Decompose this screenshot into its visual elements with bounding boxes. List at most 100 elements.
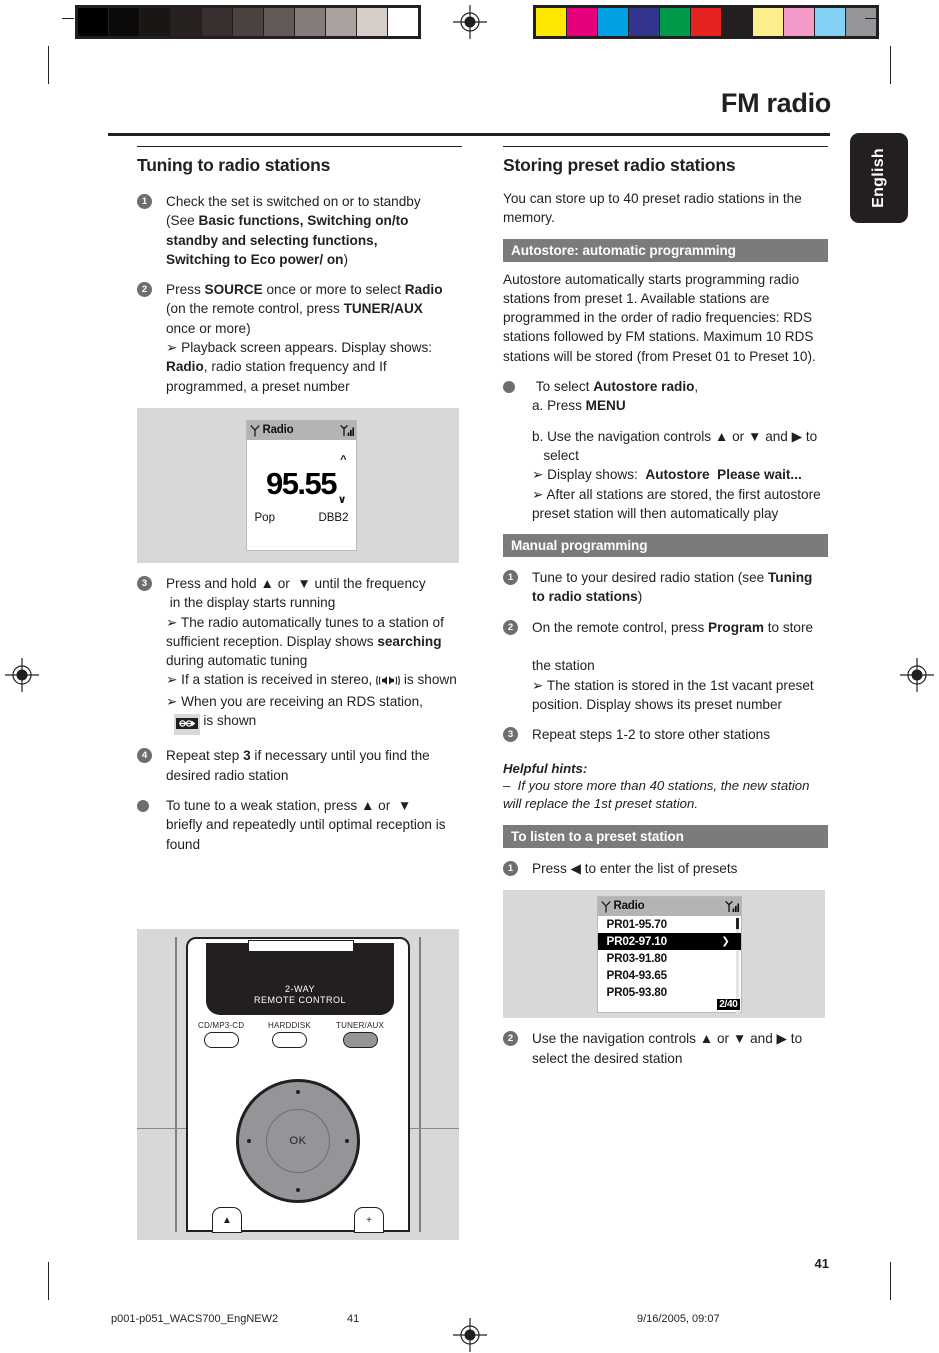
step-tuning-1: 1 Check the set is switched on or to sta… bbox=[137, 192, 462, 269]
step-tuning-2: 2 Press SOURCE once or more to select Ra… bbox=[137, 280, 462, 396]
print-footer: p001-p051_WACS700_EngNEW2 41 9/16/2005, … bbox=[0, 1313, 939, 1331]
step-number: 3 bbox=[137, 575, 152, 591]
remote-display-window: 2-WAY REMOTE CONTROL bbox=[206, 940, 394, 1015]
rds-icon bbox=[173, 714, 200, 736]
lcd-preset-label: Pop bbox=[254, 511, 275, 524]
lcd-title-bar: Radio bbox=[246, 420, 356, 440]
page-title: FM radio bbox=[720, 88, 831, 118]
step-manual-3: 3 Repeat steps 1-2 to store other statio… bbox=[503, 725, 828, 744]
lcd-title-label: Radio bbox=[262, 424, 294, 437]
remote-ok-button[interactable]: OK bbox=[266, 1109, 330, 1173]
lcd-title-bar: Radio bbox=[597, 896, 741, 916]
preset-rows-container: PR01-95.70 PR02-97.10 ❯ PR03-91.80 PR04-93.6… bbox=[597, 916, 741, 1001]
step-text: On the remote control, press Program to … bbox=[532, 619, 814, 712]
header-rule bbox=[108, 133, 830, 136]
signal-strength-icon bbox=[339, 424, 354, 437]
stereo-icon bbox=[376, 672, 401, 691]
remote-button-cap[interactable] bbox=[203, 1032, 239, 1048]
step-text: Repeat steps 1-2 to store other stations bbox=[532, 727, 771, 743]
remote-right-edge bbox=[419, 937, 421, 1232]
remote-button-up-triangle[interactable]: ▲ bbox=[212, 1207, 242, 1233]
remote-button-cap[interactable] bbox=[271, 1032, 307, 1048]
step-text: b. Use the navigation controls ▲ or ▼ an… bbox=[532, 428, 821, 521]
bullet-icon bbox=[137, 799, 149, 812]
preset-row[interactable]: PR02-97.10 ❯ bbox=[597, 932, 741, 950]
footer-file-name: p001-p051_WACS700_EngNEW2 bbox=[111, 1313, 279, 1325]
antenna-icon bbox=[249, 424, 260, 437]
remote-left-edge bbox=[175, 937, 177, 1232]
remote-button-tuner-aux[interactable]: TUNER/AUX bbox=[336, 1021, 384, 1048]
helpful-hints-body: – If you store more than 40 stations, th… bbox=[503, 777, 810, 812]
lcd-preset-list: PR01-95.70 PR02-97.10 ❯ PR03-91.80 PR04-93.6… bbox=[597, 916, 741, 1014]
step-number: 2 bbox=[503, 619, 518, 635]
nav-up-pip-icon[interactable] bbox=[296, 1090, 300, 1094]
remote-button-label: TUNER/AUX bbox=[336, 1021, 385, 1030]
step-text: Check the set is switched on or to stand… bbox=[166, 194, 421, 267]
preset-row[interactable]: PR03-91.80 bbox=[598, 950, 741, 967]
remote-control-figure: 2-WAY REMOTE CONTROL CD/MP3-CD HARDDISK … bbox=[137, 929, 459, 1240]
step-number: 1 bbox=[137, 194, 152, 209]
lcd-sound-mode: DBB2 bbox=[318, 511, 349, 524]
helpful-hints-title: Helpful hints: bbox=[503, 760, 588, 776]
step-text: Repeat step 3 if necessary until you fin… bbox=[166, 748, 430, 783]
step-tuning-4: 4 Repeat step 3 if necessary until you f… bbox=[137, 746, 462, 785]
autostore-body-text: Autostore automatically starts programmi… bbox=[503, 271, 816, 364]
remote-button-cap[interactable] bbox=[342, 1032, 378, 1048]
subsection-bar-autostore: Autostore: automatic programming bbox=[503, 238, 828, 262]
language-tab-label: English bbox=[870, 148, 887, 208]
signal-strength-icon bbox=[724, 900, 739, 913]
step-listen-2: 2 Use the navigation controls ▲ or ▼ and… bbox=[503, 1029, 828, 1068]
step-text: To tune to a weak station, press ▲ or ▼ b… bbox=[166, 797, 446, 852]
callout-line-right bbox=[407, 1128, 459, 1129]
preset-row[interactable]: PR01-95.70 bbox=[598, 916, 741, 933]
storing-intro-text: You can store up to 40 preset radio stat… bbox=[503, 191, 802, 226]
step-text: Use the navigation controls ▲ or ▼ and ▶… bbox=[532, 1031, 803, 1066]
section-title-storing: Storing preset radio stations bbox=[503, 146, 828, 181]
preset-row[interactable]: PR04-93.65 bbox=[598, 967, 741, 984]
remote-button-harddisk[interactable]: HARDDISK bbox=[268, 1021, 311, 1048]
bullet-icon bbox=[503, 381, 515, 394]
step-text: Tune to your desired radio station (see … bbox=[532, 570, 813, 605]
language-tab: English bbox=[850, 133, 908, 223]
preset-row-label: PR02-97.10 bbox=[606, 934, 668, 948]
nav-down-pip-icon[interactable] bbox=[296, 1188, 300, 1192]
step-number: 1 bbox=[503, 861, 518, 876]
lcd-presets-figure: Radio PR01-95.70 PR02-97.10 ❯ PR03-91.80… bbox=[503, 890, 825, 1019]
lcd-playback-screen: Radio ^ 95.55 ∨ Pop DBB2 bbox=[245, 419, 357, 551]
lcd-presets-screen: Radio PR01-95.70 PR02-97.10 ❯ PR03-91.80… bbox=[596, 895, 742, 1014]
callout-line-left bbox=[137, 1128, 189, 1129]
step-listen-1: 1 Press ◀ to enter the list of presets bbox=[503, 859, 828, 878]
right-column: Storing preset radio stations You can st… bbox=[503, 146, 828, 1068]
remote-button-cd-mp3[interactable]: CD/MP3-CD bbox=[198, 1021, 244, 1048]
step-text: To select Autostore radio, a. Press MENU bbox=[532, 379, 699, 414]
lcd-body: ^ 95.55 ∨ Pop DBB2 bbox=[247, 440, 356, 550]
preset-row-label: PR04-93.65 bbox=[606, 968, 668, 982]
footer-timestamp: 9/16/2005, 09:07 bbox=[637, 1313, 720, 1325]
step-number: 4 bbox=[137, 748, 152, 764]
step-autostore-select: To select Autostore radio, a. Press MENU bbox=[503, 377, 828, 416]
lcd-title-label: Radio bbox=[613, 900, 645, 913]
remote-body: 2-WAY REMOTE CONTROL CD/MP3-CD HARDDISK … bbox=[186, 937, 410, 1233]
remote-button-label: CD/MP3-CD bbox=[198, 1021, 245, 1030]
subsection-bar-manual: Manual programming bbox=[503, 534, 828, 558]
step-number: 2 bbox=[503, 1031, 518, 1047]
preset-row-label: PR01-95.70 bbox=[606, 917, 668, 931]
step-manual-2: 2 On the remote control, press Program t… bbox=[503, 618, 828, 714]
step-tuning-3: 3 Press and hold ▲ or ▼ until the freque… bbox=[137, 574, 462, 736]
preset-page-counter: 2/40 bbox=[717, 998, 740, 1010]
step-number: 1 bbox=[503, 570, 518, 586]
nav-right-pip-icon[interactable] bbox=[345, 1139, 349, 1143]
remote-button-plus[interactable]: + bbox=[354, 1207, 384, 1233]
nav-left-pip-icon[interactable] bbox=[247, 1139, 251, 1143]
step-text: Press ◀ to enter the list of presets bbox=[532, 861, 738, 876]
preset-row-label: PR05-93.80 bbox=[606, 985, 668, 999]
page-number: 41 bbox=[814, 1256, 829, 1271]
manual-page: FM radio English Tuning to radio station… bbox=[0, 0, 939, 1353]
remote-window-line2: REMOTE CONTROL bbox=[253, 994, 346, 1005]
chevron-right-icon: ❯ bbox=[721, 935, 730, 947]
step-number: 3 bbox=[503, 727, 518, 743]
step-tuning-weak-station: To tune to a weak station, press ▲ or ▼ b… bbox=[137, 796, 462, 854]
chevron-down-icon: ∨ bbox=[337, 493, 347, 506]
step-text: Press and hold ▲ or ▼ until the frequenc… bbox=[166, 576, 457, 736]
remote-navigation-wheel[interactable]: OK bbox=[236, 1079, 360, 1203]
